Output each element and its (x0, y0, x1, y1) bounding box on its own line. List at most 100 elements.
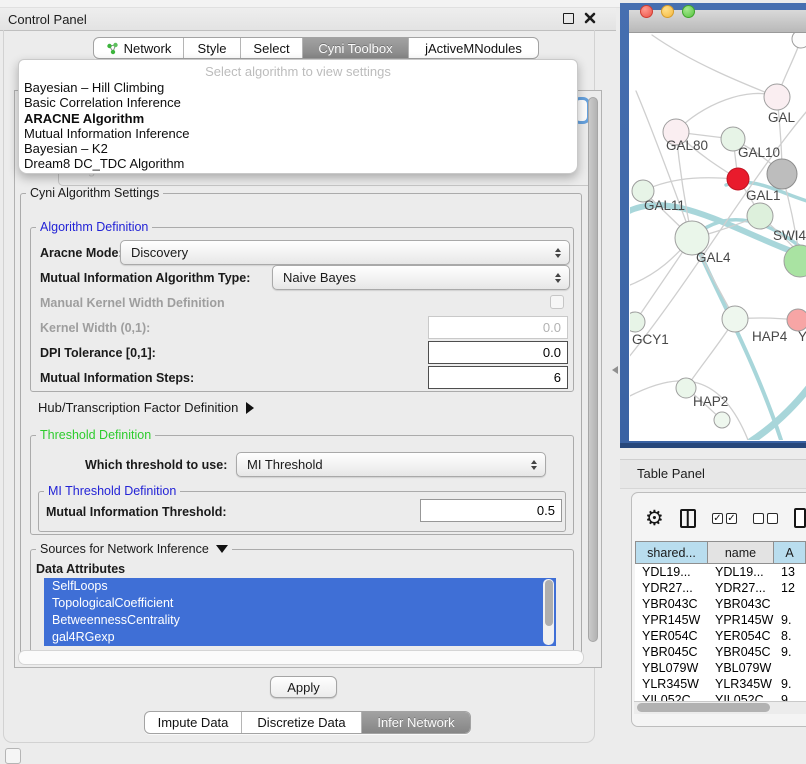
table-cell[interactable]: YBR043C (635, 596, 708, 612)
network-node[interactable] (767, 159, 797, 189)
window-minimize-traffic-light[interactable] (661, 5, 674, 18)
table-row[interactable]: YBR045CYBR045C9. (635, 644, 806, 660)
table-row[interactable]: YDL19...YDL19...13 (635, 564, 806, 580)
attribute-item[interactable]: TopologicalCoefficient (44, 595, 556, 612)
tab-cyni-toolbox[interactable]: Cyni Toolbox (303, 38, 409, 58)
table-cell[interactable] (774, 660, 806, 676)
table-cell[interactable]: 13 (774, 564, 806, 580)
table-cell[interactable]: YDL19... (708, 564, 774, 580)
mi-threshold-field[interactable]: 0.5 (420, 499, 562, 522)
table-cell[interactable]: 9. (774, 644, 806, 660)
new-table-icon[interactable] (794, 508, 806, 528)
network-window-titlebar[interactable] (629, 10, 806, 33)
settings-vertical-scrollbar[interactable] (588, 97, 598, 642)
network-node[interactable] (787, 309, 806, 331)
table-cell[interactable]: YIL052C (708, 692, 774, 701)
attribute-item[interactable]: SelfLoops (44, 578, 556, 595)
network-node[interactable] (764, 84, 790, 110)
sources-legend[interactable]: Sources for Network Inference (36, 542, 232, 556)
settings-horizontal-scrollbar[interactable] (18, 650, 584, 665)
columns-icon[interactable] (680, 509, 696, 528)
tab-infer-network[interactable]: Infer Network (362, 712, 470, 733)
attributes-scrollbar-thumb[interactable] (545, 580, 553, 626)
network-edge[interactable] (676, 93, 777, 132)
dpi-tolerance-field[interactable]: 0.0 (428, 341, 568, 364)
table-cell[interactable]: YDL19... (635, 564, 708, 580)
table-cell[interactable]: 9. (774, 612, 806, 628)
column-header[interactable]: name (708, 541, 774, 564)
table-cell[interactable]: YER054C (635, 628, 708, 644)
network-edge-highlighted[interactable] (742, 381, 806, 440)
network-edge[interactable] (652, 35, 777, 97)
window-zoom-traffic-light[interactable] (682, 5, 695, 18)
column-header[interactable]: shared... (635, 541, 708, 564)
column-header[interactable]: A (774, 541, 806, 564)
table-cell[interactable]: YER054C (708, 628, 774, 644)
float-window-icon[interactable] (563, 13, 574, 24)
network-node[interactable] (630, 312, 645, 332)
table-cell[interactable]: YBR043C (708, 596, 774, 612)
tab-jactivemnodules[interactable]: jActiveMNodules (409, 38, 538, 58)
table-cell[interactable]: YBR045C (708, 644, 774, 660)
table-cell[interactable]: 8. (774, 628, 806, 644)
network-node[interactable] (792, 33, 806, 48)
algorithm-option[interactable]: ARACNE Algorithm (19, 111, 577, 126)
hub-definition-expander[interactable]: Hub/Transcription Factor Definition (38, 400, 254, 415)
select-all-checks-icon[interactable]: ✓ ✓ (712, 513, 737, 524)
split-divider-handle[interactable] (612, 366, 618, 374)
table-cell[interactable]: YBL079W (708, 660, 774, 676)
gear-icon[interactable]: ⚙ (645, 508, 664, 529)
mi-type-combobox[interactable]: Naive Bayes (272, 265, 570, 290)
tab-impute-data[interactable]: Impute Data (145, 712, 242, 733)
algorithm-dropdown-list[interactable]: Select algorithm to view settings Bayesi… (18, 59, 578, 174)
network-edge[interactable] (636, 91, 692, 238)
manual-kernel-checkbox[interactable] (550, 295, 564, 309)
deselect-all-checks-icon[interactable] (753, 513, 778, 524)
table-cell[interactable]: YPR145W (635, 612, 708, 628)
close-icon[interactable] (583, 11, 597, 25)
table-row[interactable]: YLR345WYLR345W9. (635, 676, 806, 692)
attribute-item[interactable]: gal4RGexp (44, 629, 556, 646)
tab-discretize-data[interactable]: Discretize Data (242, 712, 362, 733)
network-node[interactable] (714, 412, 730, 428)
algorithm-option[interactable]: Basic Correlation Inference (19, 95, 577, 110)
table-cell[interactable]: YLR345W (708, 676, 774, 692)
table-row[interactable]: YDR27...YDR27...12 (635, 580, 806, 596)
window-close-traffic-light[interactable] (640, 5, 653, 18)
data-attributes-list[interactable]: SelfLoopsTopologicalCoefficientBetweenne… (44, 578, 556, 646)
kernel-width-field[interactable]: 0.0 (428, 316, 568, 339)
algorithm-option[interactable]: Mutual Information Inference (19, 126, 577, 141)
tab-style[interactable]: Style (184, 38, 241, 58)
apply-button[interactable]: Apply (270, 676, 337, 698)
network-canvas[interactable]: GALGAL80GAL10GAL1GAL11SWI4GAL4GCY1HAP4YH… (630, 33, 806, 440)
table-cell[interactable]: YDR27... (635, 580, 708, 596)
network-node[interactable] (727, 168, 749, 190)
tab-network[interactable]: Network (94, 38, 184, 58)
table-cell[interactable]: 12 (774, 580, 806, 596)
aracne-mode-combobox[interactable]: Discovery (120, 240, 570, 265)
table-row[interactable]: YIL052CYIL052C9. (635, 692, 806, 701)
tab-select[interactable]: Select (241, 38, 303, 58)
table-cell[interactable]: YIL052C (635, 692, 708, 701)
which-threshold-combobox[interactable]: MI Threshold (236, 452, 546, 477)
algorithm-option[interactable]: Bayesian – K2 (19, 141, 577, 156)
table-cell[interactable] (774, 596, 806, 612)
network-node[interactable] (747, 203, 773, 229)
attribute-item[interactable]: BetweennessCentrality (44, 612, 556, 629)
table-cell[interactable]: YPR145W (708, 612, 774, 628)
mi-steps-field[interactable]: 6 (428, 366, 568, 389)
network-edge[interactable] (643, 178, 738, 191)
algorithm-option[interactable]: Dream8 DC_TDC Algorithm (19, 156, 577, 171)
table-cell[interactable]: YBR045C (635, 644, 708, 660)
table-cell[interactable]: 9. (774, 692, 806, 701)
table-row[interactable]: YBR043CYBR043C (635, 596, 806, 612)
table-cell[interactable]: YBL079W (635, 660, 708, 676)
algorithm-option[interactable]: Bayesian – Hill Climbing (19, 80, 577, 95)
network-node[interactable] (722, 306, 748, 332)
table-row[interactable]: YBL079WYBL079W (635, 660, 806, 676)
table-scrollbar-thumb[interactable] (637, 703, 770, 712)
table-cell[interactable]: YLR345W (635, 676, 708, 692)
table-cell[interactable]: YDR27... (708, 580, 774, 596)
table-row[interactable]: YPR145WYPR145W9. (635, 612, 806, 628)
table-cell[interactable]: 9. (774, 676, 806, 692)
